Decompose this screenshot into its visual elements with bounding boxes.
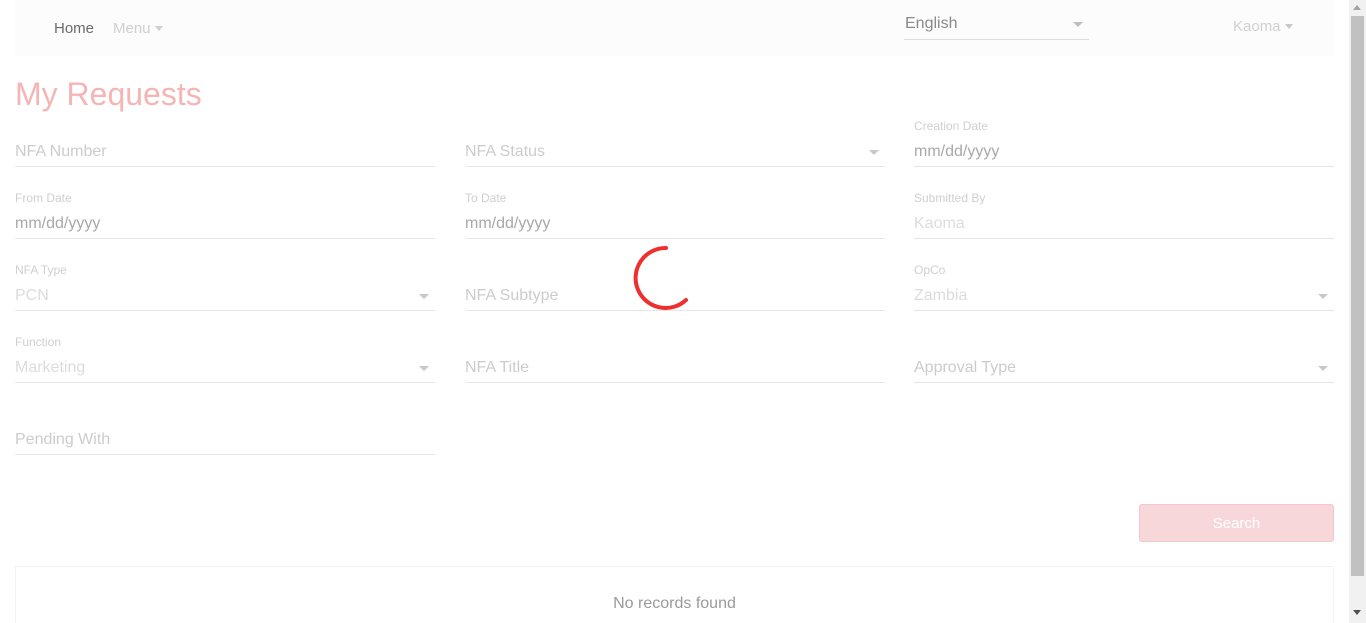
search-button[interactable]: Search bbox=[1139, 504, 1334, 542]
nfa-title-placeholder: NFA Title bbox=[465, 359, 530, 376]
page-scrollbar[interactable] bbox=[1349, 0, 1366, 623]
chevron-down-icon bbox=[1284, 24, 1293, 29]
creation-date-label: Creation Date bbox=[914, 119, 989, 133]
to-date-label: To Date bbox=[465, 191, 507, 205]
submitted-by-value: Kaoma bbox=[914, 215, 965, 232]
function-select[interactable]: Function Marketing bbox=[15, 335, 435, 383]
creation-date-input: mm/dd/yyyy bbox=[914, 143, 1000, 160]
nfa-type-select[interactable]: NFA Type PCN bbox=[15, 263, 435, 311]
nfa-title-field[interactable]: NFA Title bbox=[465, 335, 885, 383]
loading-spinner-icon bbox=[633, 245, 688, 310]
submitted-by-field: Submitted By Kaoma bbox=[914, 191, 1334, 239]
approval-type-placeholder: Approval Type bbox=[914, 359, 1016, 376]
nfa-type-value: PCN bbox=[15, 287, 49, 304]
dropdown-arrow-icon bbox=[1318, 294, 1328, 299]
function-label: Function bbox=[15, 335, 62, 349]
dropdown-arrow-icon bbox=[1318, 366, 1328, 371]
scroll-down-icon[interactable] bbox=[1353, 610, 1361, 615]
function-value: Marketing bbox=[15, 359, 86, 376]
to-date-input: mm/dd/yyyy bbox=[465, 215, 551, 232]
nfa-number-placeholder: NFA Number bbox=[15, 143, 107, 160]
opco-select[interactable]: OpCo Zambia bbox=[914, 263, 1334, 311]
dropdown-arrow-icon bbox=[869, 150, 879, 155]
opco-label: OpCo bbox=[914, 263, 946, 277]
from-date-input: mm/dd/yyyy bbox=[15, 215, 101, 232]
language-value: English bbox=[905, 15, 958, 32]
pending-with-placeholder: Pending With bbox=[15, 431, 111, 448]
dropdown-arrow-icon bbox=[419, 366, 429, 371]
from-date-field[interactable]: From Date mm/dd/yyyy bbox=[15, 191, 435, 239]
nfa-type-label: NFA Type bbox=[15, 263, 67, 277]
user-menu-dropdown[interactable]: Kaoma bbox=[1233, 18, 1293, 35]
nfa-status-select[interactable]: NFA Status bbox=[465, 119, 885, 167]
nfa-number-field[interactable]: NFA Number bbox=[15, 119, 435, 167]
creation-date-field[interactable]: Creation Date mm/dd/yyyy bbox=[914, 119, 1334, 167]
chevron-down-icon bbox=[154, 26, 163, 31]
opco-value: Zambia bbox=[914, 287, 968, 304]
nav-menu-dropdown[interactable]: Menu bbox=[113, 20, 163, 37]
scrollbar-thumb[interactable] bbox=[1351, 16, 1364, 576]
dropdown-arrow-icon bbox=[1073, 22, 1083, 27]
results-panel: No records found bbox=[15, 566, 1334, 623]
top-navbar: Home Menu English Kaoma bbox=[15, 0, 1335, 56]
empty-results-message: No records found bbox=[613, 595, 736, 612]
approval-type-select[interactable]: Approval Type bbox=[914, 335, 1334, 383]
to-date-field[interactable]: To Date mm/dd/yyyy bbox=[465, 191, 885, 239]
pending-with-field[interactable]: Pending With bbox=[15, 407, 435, 455]
language-select[interactable]: English bbox=[904, 8, 1089, 40]
nav-menu-label: Menu bbox=[113, 20, 151, 37]
from-date-label: From Date bbox=[15, 191, 72, 205]
scroll-up-icon[interactable] bbox=[1353, 5, 1361, 10]
page-title: My Requests bbox=[15, 76, 202, 112]
nav-home-link[interactable]: Home bbox=[54, 20, 94, 37]
user-name: Kaoma bbox=[1233, 18, 1281, 35]
nfa-status-placeholder: NFA Status bbox=[465, 143, 546, 160]
submitted-by-label: Submitted By bbox=[914, 191, 986, 205]
nfa-subtype-placeholder: NFA Subtype bbox=[465, 287, 559, 304]
dropdown-arrow-icon bbox=[419, 294, 429, 299]
